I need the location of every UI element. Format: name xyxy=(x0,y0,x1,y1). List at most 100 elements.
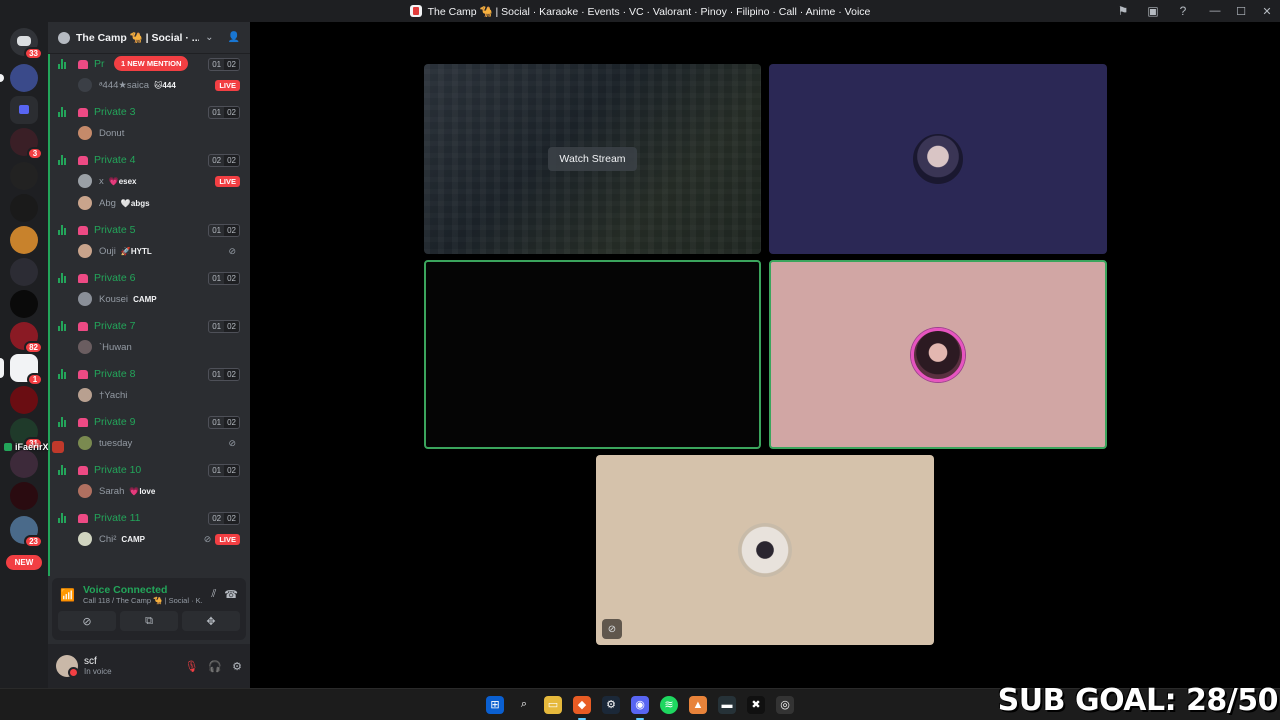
voice-member[interactable]: x 💗esex LIVE xyxy=(48,170,250,192)
discord-taskbar-icon[interactable]: ◉ xyxy=(631,695,649,720)
watch-stream-button[interactable]: Watch Stream xyxy=(548,147,637,171)
voice-member[interactable]: Ouji 🚀HYTL ⊘ xyxy=(48,240,250,262)
minimize-button[interactable]: — xyxy=(1202,0,1228,22)
voice-status[interactable]: Voice Connected xyxy=(83,584,203,596)
voice-channel-row[interactable]: Private 5 01 02 xyxy=(48,220,250,240)
steam-icon[interactable]: ⚙ xyxy=(602,695,620,714)
chevron-down-icon[interactable]: ⌄ xyxy=(205,32,213,43)
terminal-icon[interactable]: ▬ xyxy=(718,695,736,714)
active-server-icon[interactable]: 1 xyxy=(0,354,43,386)
obs-icon[interactable]: ◎ xyxy=(776,695,794,714)
user-count: 01 xyxy=(212,465,222,475)
share-screen-button[interactable]: ⧉ xyxy=(120,611,178,631)
guild-header[interactable]: The Camp 🐪 | Social · ... ⌄ 👤 xyxy=(48,22,250,54)
maximize-button[interactable]: ☐ xyxy=(1228,0,1254,22)
server-icon[interactable] xyxy=(10,386,38,414)
direct-messages-button[interactable]: 33 xyxy=(10,28,43,60)
file-explorer-icon[interactable]: ▭ xyxy=(544,695,562,714)
voice-channel[interactable]: Private 10 01 02 Sarah 💗love xyxy=(48,460,250,502)
spotify-icon[interactable]: ≋ xyxy=(660,695,678,714)
voice-channel[interactable]: Private 5 01 02 Ouji 🚀HYTL ⊘ xyxy=(48,220,250,262)
server-folder-icon[interactable] xyxy=(10,96,38,124)
user-count: 01 xyxy=(212,321,222,331)
new-mention-pill[interactable]: 1 NEW MENTION xyxy=(114,56,189,71)
user-limit-badge: 01 02 xyxy=(208,319,240,333)
voice-channel[interactable]: Private 8 01 02 †Yachi xyxy=(48,364,250,406)
deafen-icon[interactable]: 🎧 xyxy=(208,660,222,673)
voice-channel[interactable]: Pr 01 02 1 NEW MENTION ᵃ444★saica 🐱444 LIVE xyxy=(48,54,250,96)
voice-channel[interactable]: Private 4 02 02 x 💗esex LIVE Abg 🤍abgs xyxy=(48,150,250,214)
participant-tile[interactable]: ⊘ xyxy=(596,455,934,645)
avatar xyxy=(78,532,92,546)
voice-channel[interactable]: Private 6 01 02 Kousei CAMP xyxy=(48,268,250,310)
user-count: 01 xyxy=(212,273,222,283)
voice-member[interactable]: Donut xyxy=(48,122,250,144)
stream-tile[interactable]: Watch Stream xyxy=(424,64,761,254)
voice-member[interactable]: Abg 🤍abgs xyxy=(48,192,250,214)
help-icon[interactable]: ? xyxy=(1172,0,1194,22)
search-icon[interactable]: ⌕ xyxy=(515,696,533,714)
server-icon[interactable]: 3 xyxy=(10,128,43,160)
user-name[interactable]: scf xyxy=(84,656,174,667)
user-limit-badge: 01 02 xyxy=(208,463,240,477)
signal-icon[interactable]: 📶 xyxy=(60,588,75,602)
voice-member[interactable]: Sarah 💗love xyxy=(48,480,250,502)
server-icon[interactable] xyxy=(10,194,38,222)
voice-channel-row[interactable]: Private 3 01 02 xyxy=(48,102,250,122)
brave-browser-icon[interactable]: ◆ xyxy=(573,695,591,720)
server-icon[interactable] xyxy=(10,258,38,286)
user-avatar[interactable] xyxy=(56,655,79,678)
inbox-icon[interactable]: ▣ xyxy=(1142,0,1164,22)
camera-button[interactable]: ⊘ xyxy=(58,611,116,631)
server-icon[interactable] xyxy=(10,290,38,318)
server-icon[interactable] xyxy=(10,482,38,510)
settings-gear-icon[interactable]: ⚙ xyxy=(232,660,242,673)
close-button[interactable]: ✕ xyxy=(1254,0,1280,22)
voice-member[interactable]: `Huwan xyxy=(48,336,250,358)
app-icon[interactable]: ▲ xyxy=(689,695,707,714)
start-menu-icon[interactable]: ⊞ xyxy=(486,695,504,714)
app-icon xyxy=(409,5,422,17)
server-icon[interactable]: 23 xyxy=(10,516,43,548)
voice-member[interactable]: Kousei CAMP xyxy=(48,288,250,310)
add-member-icon[interactable]: 👤 xyxy=(228,32,240,43)
server-icon[interactable] xyxy=(10,162,38,190)
disconnect-icon[interactable]: ☎ xyxy=(224,588,238,601)
server-icon[interactable] xyxy=(10,226,38,254)
voice-member[interactable]: ᵃ444★saica 🐱444 LIVE xyxy=(48,74,250,96)
voice-channel-row[interactable]: Pr 01 02 1 NEW MENTION xyxy=(48,54,250,74)
voice-member[interactable]: Chi² CAMP ⊘ LIVE xyxy=(48,528,250,550)
window-title: The Camp 🐪 | Social · Karaoke · Events ·… xyxy=(409,5,870,18)
participant-tile-speaking[interactable] xyxy=(769,260,1107,449)
voice-channel-row[interactable]: Private 11 02 02 xyxy=(48,508,250,528)
channel-name: Private 10 xyxy=(94,464,142,476)
voice-channel-row[interactable]: Private 6 01 02 xyxy=(48,268,250,288)
voice-channel-row[interactable]: Private 7 01 02 xyxy=(48,316,250,336)
voice-channel[interactable]: Private 9 01 02 tuesday ⊘ xyxy=(48,412,250,454)
member-name: x xyxy=(99,175,104,187)
server-icon[interactable] xyxy=(0,64,38,92)
voice-channel[interactable]: Private 7 01 02 `Huwan xyxy=(48,316,250,358)
noise-suppression-icon[interactable]: ⫽ xyxy=(211,588,216,601)
mute-mic-icon[interactable]: 🎙 xyxy=(184,660,198,673)
channel-list: Pr 01 02 1 NEW MENTION ᵃ444★saica 🐱444 LIVE Pri… xyxy=(48,54,250,576)
participant-tile[interactable] xyxy=(769,64,1107,254)
activities-button[interactable]: ✥ xyxy=(182,611,240,631)
voice-channel-row[interactable]: Private 8 01 02 xyxy=(48,364,250,384)
server-icon[interactable] xyxy=(10,450,38,478)
server-icon[interactable]: 82 xyxy=(10,322,43,354)
participant-tile-speaking[interactable] xyxy=(424,260,761,449)
voice-channel-row[interactable]: Private 4 02 02 xyxy=(48,150,250,170)
voice-member[interactable]: †Yachi xyxy=(48,384,250,406)
voice-channel-row[interactable]: Private 10 01 02 xyxy=(48,460,250,480)
voice-member[interactable]: tuesday ⊘ xyxy=(48,432,250,454)
new-servers-pill[interactable]: NEW xyxy=(6,555,42,570)
flag-icon[interactable]: ⚑ xyxy=(1112,0,1134,22)
voice-channel[interactable]: Private 3 01 02 Donut xyxy=(48,102,250,144)
user-limit-badge: 01 02 xyxy=(208,367,240,381)
voice-activity-icon xyxy=(58,417,69,427)
voice-channel-row[interactable]: Private 9 01 02 xyxy=(48,412,250,432)
voice-channel-link[interactable]: Call 118 / The Camp 🐪 | Social · K... xyxy=(83,596,203,605)
app-icon[interactable]: ✖ xyxy=(747,695,765,714)
voice-channel[interactable]: Private 11 02 02 Chi² CAMP ⊘ LIVE xyxy=(48,508,250,550)
